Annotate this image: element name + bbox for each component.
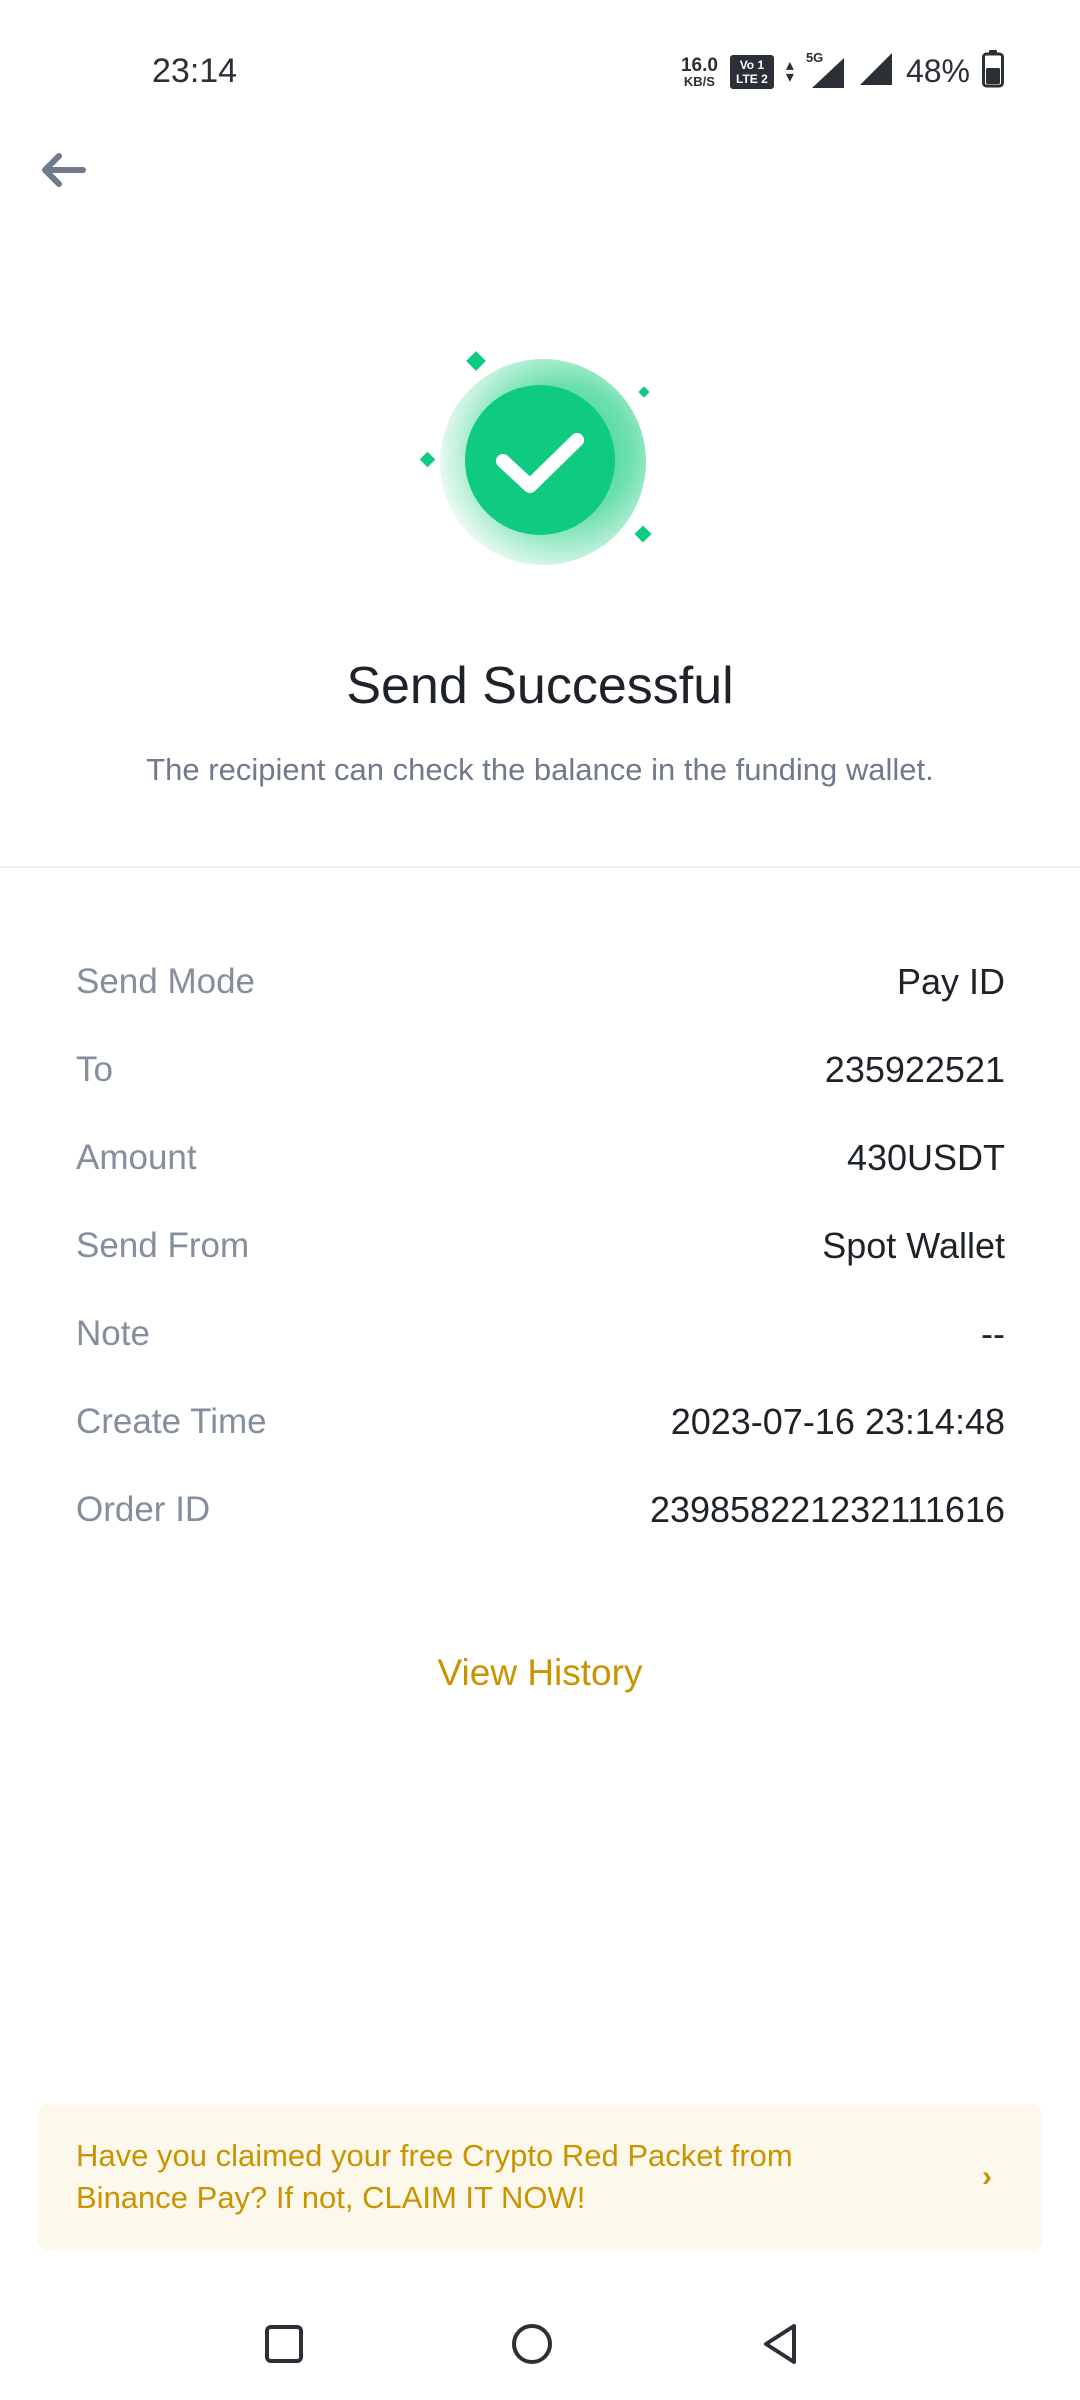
detail-row-note: Note -- [76, 1290, 1005, 1378]
detail-value: -- [981, 1313, 1005, 1354]
detail-label: Note [76, 1314, 150, 1353]
detail-row-order-id: Order ID 239858221232111616 [76, 1466, 1005, 1554]
recent-apps-button[interactable] [256, 2318, 312, 2374]
back-button[interactable] [30, 140, 94, 204]
detail-row-to: To 235922521 [76, 1026, 1005, 1114]
square-icon [264, 2324, 304, 2369]
result-subtitle: The recipient can check the balance in t… [146, 752, 934, 787]
volte-top-label: Vo 1 [739, 57, 765, 72]
divider [0, 866, 1080, 868]
detail-value: Pay ID [896, 961, 1005, 1002]
detail-value: 430USDT [846, 1137, 1005, 1178]
result-title: Send Successful [346, 657, 734, 715]
battery-percent: 48% [905, 53, 970, 89]
detail-row-create-time: Create Time 2023-07-16 23:14:48 [76, 1378, 1005, 1466]
network-speed-unit: KB/S [683, 73, 715, 89]
detail-label: Create Time [76, 1402, 267, 1441]
check-circle-icon [419, 351, 652, 565]
detail-label: Send From [76, 1226, 250, 1265]
detail-value: 2023-07-16 23:14:48 [670, 1401, 1005, 1442]
detail-label: Send Mode [76, 962, 256, 1001]
home-button[interactable] [504, 2318, 560, 2374]
chevron-right-icon: › [982, 2160, 992, 2193]
network-speed-value: 16.0 [680, 54, 718, 76]
circle-icon [510, 2322, 554, 2371]
volte-bottom-label: LTE 2 [736, 71, 768, 86]
status-time: 23:14 [152, 52, 238, 90]
detail-value[interactable]: 239858221232111616 [650, 1489, 1005, 1531]
network-speed: 16.0 KB/S [681, 56, 718, 88]
detail-label: To [76, 1050, 113, 1089]
view-history-link[interactable]: View History [0, 1652, 1080, 1694]
signal-5g-icon: 5G [806, 50, 846, 90]
detail-label: Order ID [76, 1490, 211, 1529]
back-nav-button[interactable] [752, 2318, 808, 2374]
arrow-left-icon [37, 150, 87, 195]
status-indicators: 16.0 KB/S Vo 1 LTE 2 ▴ ▾ 5G 48% [681, 50, 1004, 93]
system-nav-bar [0, 2290, 1080, 2400]
triangle-back-icon [760, 2322, 800, 2371]
transaction-details: Send Mode Pay ID To 235922521 Amount 430… [76, 938, 1005, 1554]
detail-value: 235922521 [824, 1049, 1005, 1090]
promo-banner[interactable]: Have you claimed your free Crypto Red Pa… [38, 2104, 1042, 2250]
detail-row-amount: Amount 430USDT [76, 1114, 1005, 1202]
success-illustration [410, 340, 660, 570]
data-arrows-icon: ▴ ▾ [785, 56, 794, 86]
signal-icon [858, 51, 894, 92]
status-bar: 23:14 16.0 KB/S Vo 1 LTE 2 ▴ ▾ 5G 48% [0, 0, 1080, 140]
detail-row-send-mode: Send Mode Pay ID [76, 938, 1005, 1026]
detail-label: Amount [76, 1138, 197, 1177]
promo-text: Have you claimed your free Crypto Red Pa… [76, 2138, 793, 2215]
volte-icon: Vo 1 LTE 2 [729, 54, 774, 89]
detail-value: Spot Wallet [822, 1225, 1005, 1266]
battery-icon [982, 50, 1004, 93]
detail-row-send-from: Send From Spot Wallet [76, 1202, 1005, 1290]
